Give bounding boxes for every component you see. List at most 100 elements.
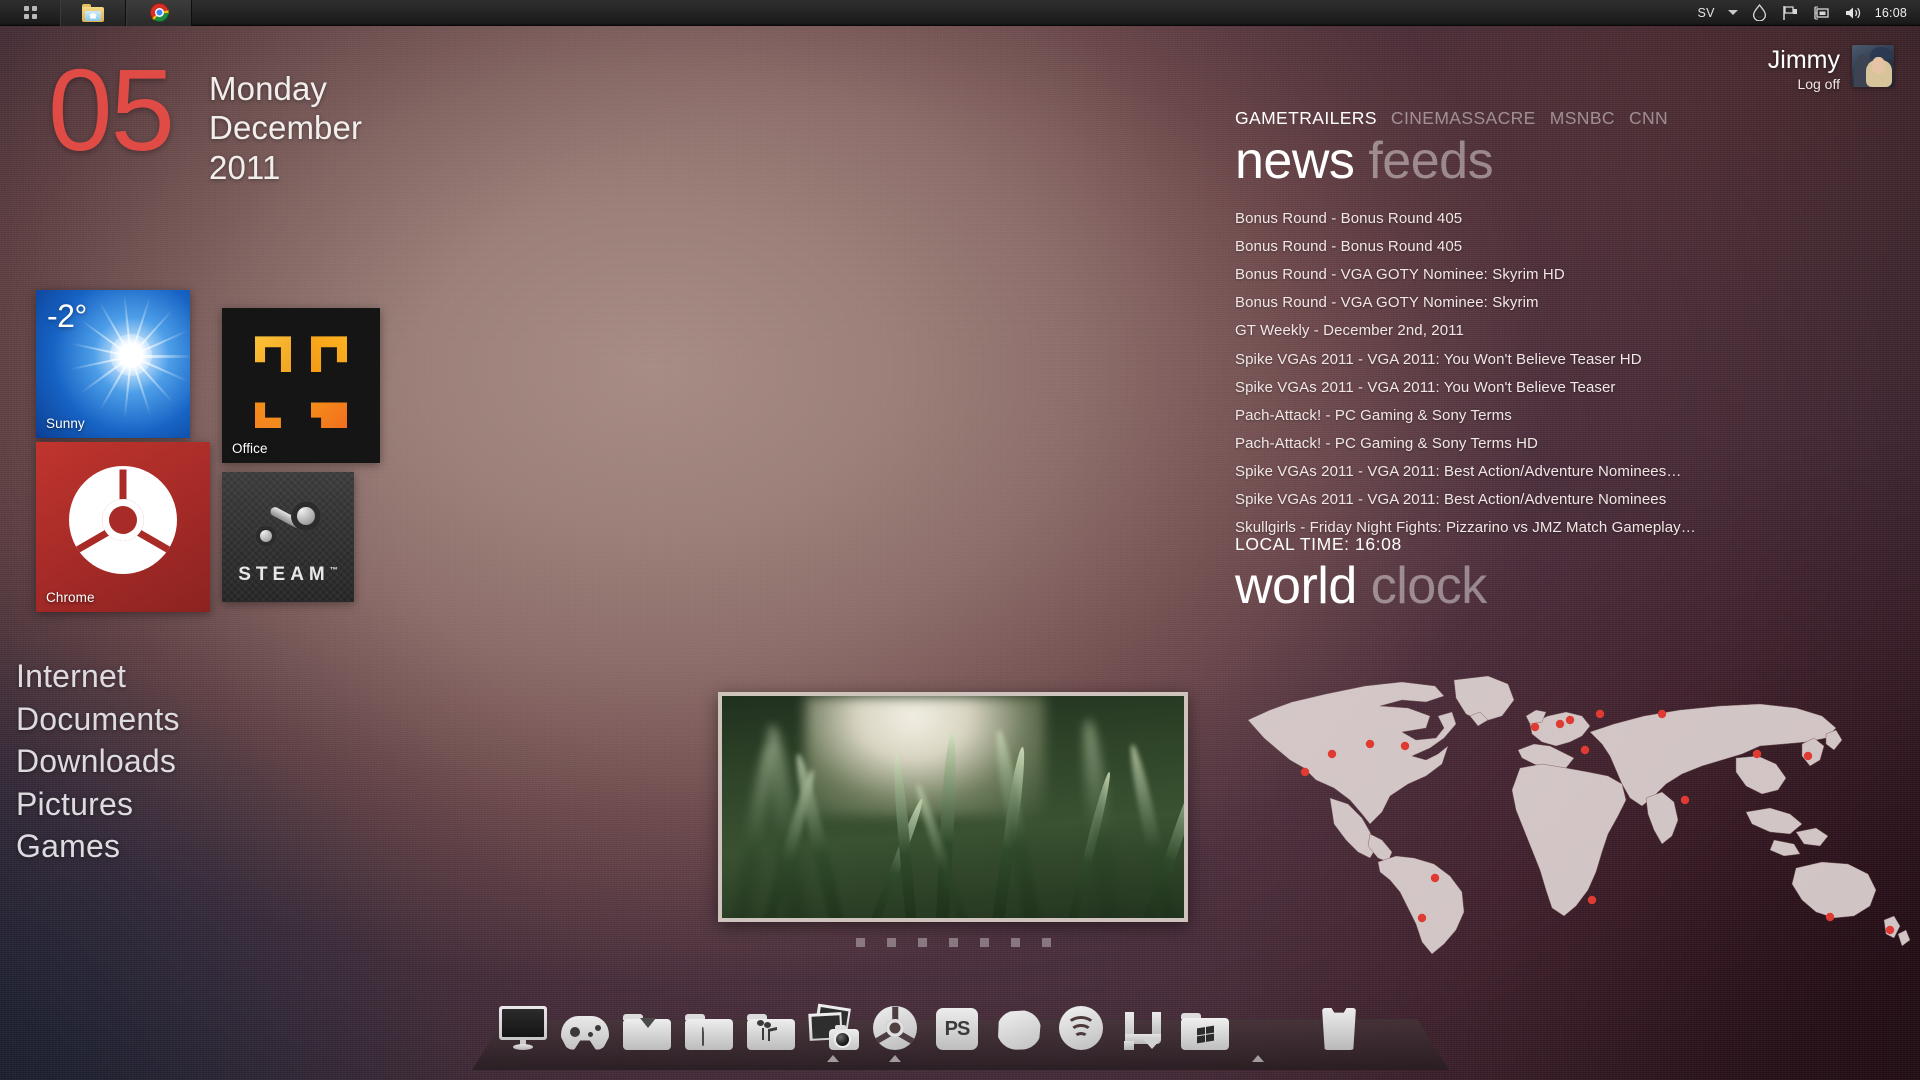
tile-steam-label: STEAM™ [238, 564, 338, 585]
dock-item-spotify[interactable] [1050, 992, 1112, 1050]
page-dot[interactable] [1041, 938, 1051, 947]
dock-item-trash[interactable] [1308, 992, 1370, 1050]
news-title-secondary: feeds [1368, 132, 1494, 190]
dock-running-indicator [889, 1055, 901, 1062]
tab-cinemassacre[interactable]: CINEMASSACRE [1391, 108, 1536, 129]
spotify-icon [1059, 1006, 1103, 1050]
dock-item-games[interactable] [554, 992, 616, 1050]
news-item[interactable]: Bonus Round - Bonus Round 405 [1235, 237, 1895, 257]
clock-title-primary: world [1235, 557, 1357, 615]
tile-office[interactable]: Office [222, 308, 380, 463]
news-item[interactable]: GT Weekly - December 2nd, 2011 [1235, 321, 1895, 341]
page-dot[interactable] [948, 938, 958, 947]
news-item[interactable]: Bonus Round - VGA GOTY Nominee: Skyrim [1235, 293, 1895, 313]
slideshow-page-dots [718, 938, 1188, 947]
world-clock-title: world clock [1235, 557, 1487, 615]
folder-document-icon [685, 1014, 733, 1050]
taskbar-button-chrome[interactable] [126, 0, 192, 26]
news-item[interactable]: Bonus Round - VGA GOTY Nominee: Skyrim H… [1235, 265, 1895, 285]
map-landmasses [1247, 675, 1911, 955]
dock-item-documents[interactable] [678, 992, 740, 1050]
steam-logo-icon [255, 501, 321, 547]
news-item[interactable]: Pach-Attack! - PC Gaming & Sony Terms [1235, 406, 1895, 426]
monitor-icon [499, 1006, 547, 1050]
tile-office-label: Office [232, 441, 268, 456]
tile-steam[interactable]: STEAM™ [222, 472, 354, 602]
dock-item-skype[interactable] [988, 992, 1050, 1050]
dock-items: PS [472, 988, 1449, 1062]
world-map-svg [1247, 675, 1911, 955]
user-name: Jimmy [1767, 46, 1840, 74]
gamepad-icon [561, 1016, 609, 1050]
dock: PS [0, 980, 1920, 1080]
date-weekday: Monday [209, 70, 328, 107]
tab-gametrailers[interactable]: GAMETRAILERS [1235, 108, 1377, 129]
tile-weather[interactable]: -2° Sunny [36, 290, 190, 438]
news-item[interactable]: Spike VGAs 2011 - VGA 2011: Best Action/… [1235, 490, 1895, 510]
page-dot[interactable] [917, 938, 927, 947]
nav-item-downloads[interactable]: Downloads [16, 740, 180, 783]
volume-icon[interactable] [1844, 4, 1862, 22]
tab-cnn[interactable]: CNN [1629, 108, 1668, 129]
page-dot[interactable] [855, 938, 865, 947]
avatar[interactable] [1852, 45, 1894, 87]
log-off-link[interactable]: Log off [1768, 76, 1840, 92]
user-text: Jimmy Log off [1767, 45, 1840, 93]
news-item[interactable]: Spike VGAs 2011 - VGA 2011: Best Action/… [1235, 462, 1895, 482]
page-dot[interactable] [1010, 938, 1020, 947]
photo-slideshow-frame[interactable] [718, 692, 1188, 922]
taskbar-button-file-explorer[interactable] [60, 0, 126, 26]
world-clock-widget: LOCAL TIME: 16:08 world clock [1235, 534, 1487, 614]
news-item[interactable]: Bonus Round - Bonus Round 405 [1235, 209, 1895, 229]
language-indicator[interactable]: SV [1697, 6, 1714, 20]
trash-bin-icon [1322, 1008, 1356, 1050]
tab-msnbc[interactable]: MSNBC [1550, 108, 1615, 129]
page-dot[interactable] [886, 938, 896, 947]
chrome-logo-icon [69, 466, 177, 575]
chevron-down-icon[interactable] [1727, 10, 1738, 15]
news-item[interactable]: Pach-Attack! - PC Gaming & Sony Terms HD [1235, 434, 1895, 454]
user-block[interactable]: Jimmy Log off [1768, 45, 1894, 92]
clock-title-secondary: clock [1370, 557, 1487, 615]
local-time-label: LOCAL TIME: 16:08 [1235, 534, 1402, 554]
dock-running-indicator [827, 1055, 839, 1062]
nav-item-pictures[interactable]: Pictures [16, 783, 180, 826]
date-text-block: Monday December 2011 [209, 55, 362, 187]
droplet-icon[interactable] [1751, 4, 1769, 22]
page-dot[interactable] [979, 938, 989, 947]
nav-item-documents[interactable]: Documents [16, 698, 180, 741]
news-item[interactable]: Spike VGAs 2011 - VGA 2011: You Won't Be… [1235, 378, 1895, 398]
news-feeds-widget: GAMETRAILERS CINEMASSACRE MSNBC CNN news… [1235, 108, 1895, 546]
dock-item-computer[interactable] [492, 992, 554, 1050]
nav-item-internet[interactable]: Internet [16, 655, 180, 698]
skype-cloud-icon [997, 1010, 1041, 1050]
taskbar-clock[interactable]: 16:08 [1875, 6, 1907, 20]
dock-running-indicator [1252, 1055, 1264, 1062]
dock-item-photoshop[interactable]: PS [926, 992, 988, 1050]
network-icon[interactable] [1813, 4, 1831, 22]
dock-item-windows-folder[interactable] [1174, 992, 1264, 1062]
tile-weather-label: Sunny [46, 416, 85, 431]
taskbar[interactable]: SV 16:08 [0, 0, 1920, 26]
utorrent-mu-icon [1123, 1010, 1163, 1050]
dock-item-pictures[interactable] [802, 992, 864, 1062]
dock-item-music[interactable] [740, 992, 802, 1050]
dock-item-chrome[interactable] [864, 992, 926, 1062]
tile-chrome[interactable]: Chrome [36, 442, 210, 612]
photos-camera-icon [807, 1003, 859, 1050]
dock-item-downloads[interactable] [616, 992, 678, 1050]
dock-item-utorrent[interactable] [1112, 992, 1174, 1050]
system-tray[interactable]: SV 16:08 [1697, 0, 1920, 26]
quick-links-nav: Internet Documents Downloads Pictures Ga… [16, 655, 180, 868]
photo-image [722, 696, 1184, 918]
news-feeds-title: news feeds [1235, 132, 1895, 190]
chrome-icon [873, 1006, 917, 1050]
news-item[interactable]: Spike VGAs 2011 - VGA 2011: You Won't Be… [1235, 350, 1895, 370]
date-day-number: 05 [48, 45, 175, 175]
nav-item-games[interactable]: Games [16, 825, 180, 868]
start-button[interactable] [0, 0, 60, 26]
flag-icon[interactable] [1782, 4, 1800, 22]
date-month: December [209, 109, 363, 147]
tile-weather-temperature: -2° [47, 298, 87, 334]
folder-download-icon [623, 1014, 671, 1050]
